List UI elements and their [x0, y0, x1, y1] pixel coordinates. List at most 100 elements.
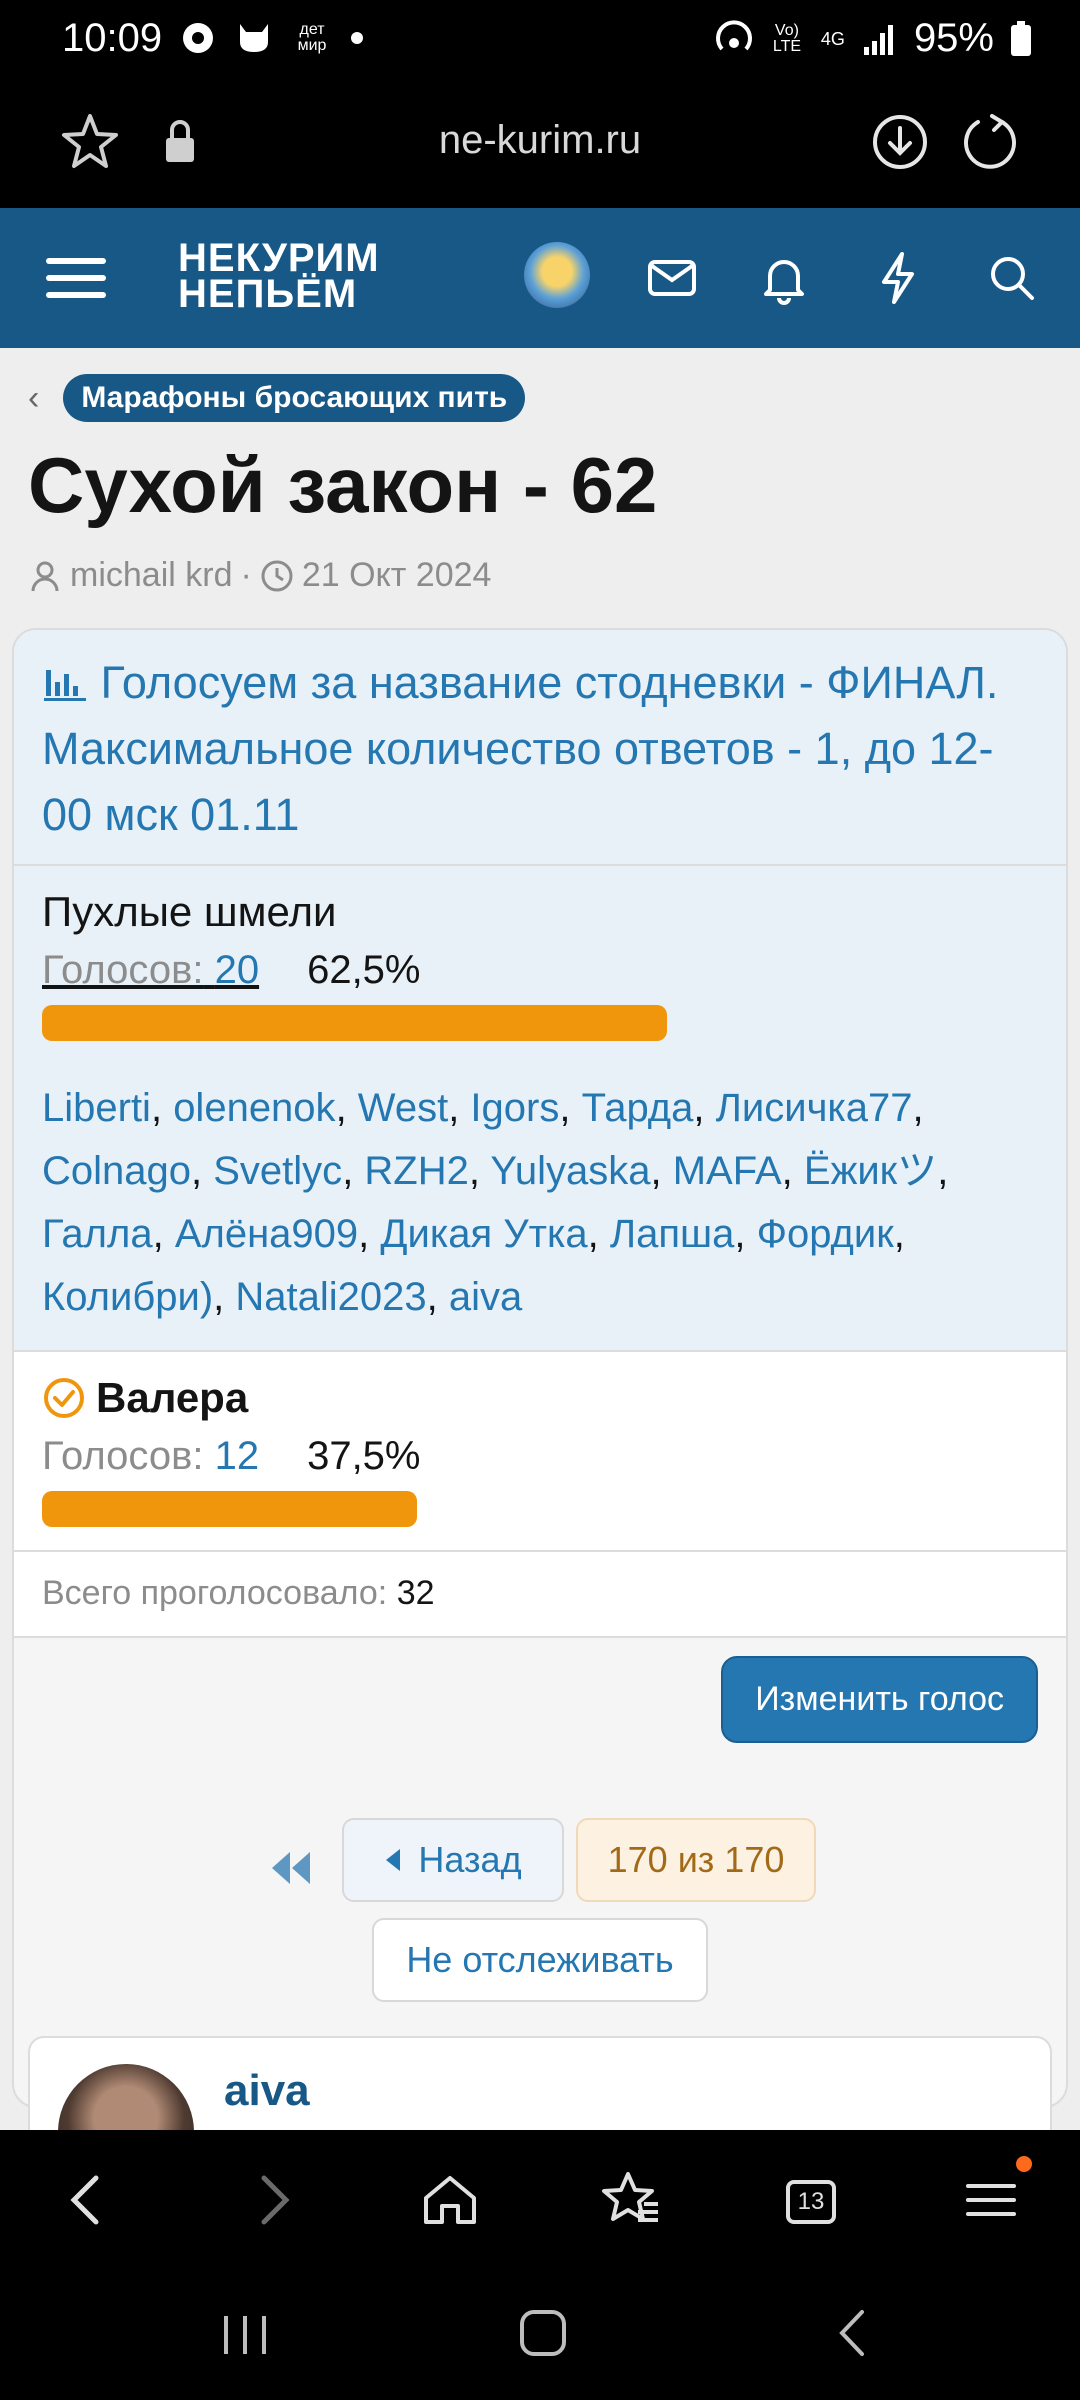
- avatar[interactable]: [58, 2064, 194, 2130]
- voter-link[interactable]: Дикая Утка: [380, 1212, 587, 1256]
- voter-separator: ,: [587, 1212, 610, 1256]
- voter-separator: ,: [693, 1086, 716, 1130]
- voter-link[interactable]: Лапша: [610, 1212, 735, 1256]
- bookmarks-icon[interactable]: [598, 2168, 662, 2232]
- voter-link[interactable]: Лисичка77: [716, 1086, 913, 1130]
- status-time: 10:09: [62, 16, 163, 60]
- votes-link[interactable]: Голосов: 20: [42, 948, 259, 993]
- reload-icon[interactable]: [958, 110, 1022, 174]
- meta-separator: ·: [240, 556, 252, 594]
- option-bar-fill: [42, 1005, 667, 1041]
- voter-link[interactable]: Фордик: [757, 1212, 894, 1256]
- voter-link[interactable]: Igors: [470, 1086, 559, 1130]
- voter-separator: ,: [448, 1086, 471, 1130]
- recents-icon[interactable]: [218, 2310, 272, 2360]
- bell-icon[interactable]: [754, 248, 814, 308]
- voter-link[interactable]: RZH2: [364, 1149, 468, 1193]
- voter-separator: ,: [912, 1086, 924, 1130]
- post-username[interactable]: aiva: [224, 2066, 310, 2116]
- voter-link[interactable]: Ёжикツ: [804, 1149, 937, 1193]
- user-avatar[interactable]: [524, 242, 590, 308]
- network-type: 4G: [820, 28, 845, 49]
- voter-separator: ,: [650, 1149, 673, 1193]
- unwatch-button[interactable]: Не отслеживать: [372, 1918, 708, 2002]
- battery-icon: [1011, 20, 1031, 56]
- signal-icon: [863, 24, 893, 55]
- poll-option-selected: Валера Голосов: 12 37,5%: [14, 1352, 1066, 1552]
- voter-link[interactable]: Svetlyc: [213, 1149, 342, 1193]
- search-icon[interactable]: [982, 248, 1042, 308]
- post-card: aiva: [28, 2036, 1052, 2130]
- voter-separator: ,: [213, 1275, 236, 1319]
- voter-link[interactable]: Liberti: [42, 1086, 151, 1130]
- voter-separator: ,: [152, 1212, 175, 1256]
- download-icon[interactable]: [868, 110, 932, 174]
- forward-arrow-icon[interactable]: [240, 2168, 304, 2232]
- breadcrumb[interactable]: Марафоны бросающих пить: [63, 374, 526, 422]
- tabs-icon[interactable]: 13: [778, 2168, 842, 2232]
- home-button-icon[interactable]: [516, 2306, 570, 2360]
- change-vote-button[interactable]: Изменить голос: [721, 1656, 1038, 1743]
- voter-link[interactable]: Yulyaska: [490, 1149, 650, 1193]
- system-back-icon[interactable]: [826, 2306, 880, 2360]
- poll-total: Всего проголосовало: 32: [14, 1552, 1066, 1638]
- voter-separator: ,: [426, 1275, 449, 1319]
- bar-chart-icon: [44, 670, 86, 701]
- home-icon[interactable]: [418, 2168, 482, 2232]
- poll-question: Голосуем за название стодневки - ФИНАЛ. …: [42, 657, 999, 840]
- voter-separator: ,: [342, 1149, 365, 1193]
- voter-link[interactable]: Галла: [42, 1212, 153, 1256]
- thread-date: 21 Окт 2024: [301, 556, 492, 594]
- voter-separator: ,: [335, 1086, 358, 1130]
- page-title: Сухой закон - 62: [28, 441, 658, 529]
- system-nav: [0, 2270, 1080, 2400]
- back-arrow-icon[interactable]: [56, 2168, 120, 2232]
- mail-icon[interactable]: [642, 248, 702, 308]
- option-percent: 62,5%: [307, 948, 421, 992]
- browser-bottom-nav: 13: [0, 2130, 1080, 2270]
- page-content: ‹ Марафоны бросающих пить Сухой закон - …: [0, 348, 1080, 2130]
- option-name: Пухлые шмели: [42, 888, 337, 935]
- menu-icon[interactable]: [44, 248, 110, 308]
- site-header: НЕКУРИМ НЕПЬЁМ: [0, 208, 1080, 348]
- voter-link[interactable]: olenenok: [173, 1086, 335, 1130]
- voter-link[interactable]: MAFA: [673, 1149, 782, 1193]
- voter-link[interactable]: Тарда: [582, 1086, 694, 1130]
- battery-percent: 95%: [913, 16, 994, 60]
- back-button[interactable]: Назад: [342, 1818, 564, 1902]
- voter-link[interactable]: Алёна909: [175, 1212, 358, 1256]
- caret-left-icon: [386, 1849, 401, 1871]
- site-logo[interactable]: НЕКУРИМ НЕПЬЁМ: [178, 238, 380, 314]
- option-bar: [42, 1005, 1038, 1041]
- hotspot-icon: [715, 19, 752, 50]
- votes-link[interactable]: Голосов: 12: [42, 1434, 259, 1479]
- voter-separator: ,: [150, 1086, 174, 1130]
- dot-icon: [351, 32, 363, 44]
- option-bar-fill: [42, 1491, 417, 1527]
- voter-link[interactable]: Colnago: [42, 1149, 191, 1193]
- option-percent: 37,5%: [307, 1434, 421, 1478]
- voter-link[interactable]: Natali2023: [235, 1275, 426, 1319]
- voter-separator: ,: [937, 1149, 949, 1193]
- browser-toolbar: ne-kurim.ru: [0, 80, 1080, 208]
- voter-separator: ,: [559, 1086, 582, 1130]
- voter-list: Liberti, olenenok, West, Igors, Тарда, Л…: [42, 1077, 1038, 1329]
- voter-link[interactable]: aiva: [449, 1275, 522, 1319]
- status-bar: 10:09 дет мир Vo) LTE 4G 95%: [0, 0, 1080, 80]
- option-name: Валера: [96, 1374, 249, 1421]
- lightning-icon[interactable]: [868, 248, 928, 308]
- voter-link[interactable]: West: [358, 1086, 448, 1130]
- first-page-icon[interactable]: [268, 1848, 312, 1888]
- voter-separator: ,: [358, 1212, 381, 1256]
- thread-author[interactable]: michail krd: [70, 556, 232, 595]
- user-icon: [31, 561, 59, 591]
- voter-link[interactable]: Колибри): [42, 1275, 213, 1319]
- breadcrumb-back-icon[interactable]: ‹: [28, 379, 39, 418]
- poll-option: Пухлые шмели Голосов: 20 62,5% Liberti, …: [14, 866, 1066, 1352]
- page-indicator[interactable]: 170 из 170: [576, 1818, 816, 1902]
- option-bar: [42, 1491, 1038, 1527]
- cat-icon: [240, 24, 268, 52]
- voter-separator: ,: [734, 1212, 757, 1256]
- menu-icon[interactable]: [960, 2168, 1024, 2232]
- voter-separator: ,: [781, 1149, 804, 1193]
